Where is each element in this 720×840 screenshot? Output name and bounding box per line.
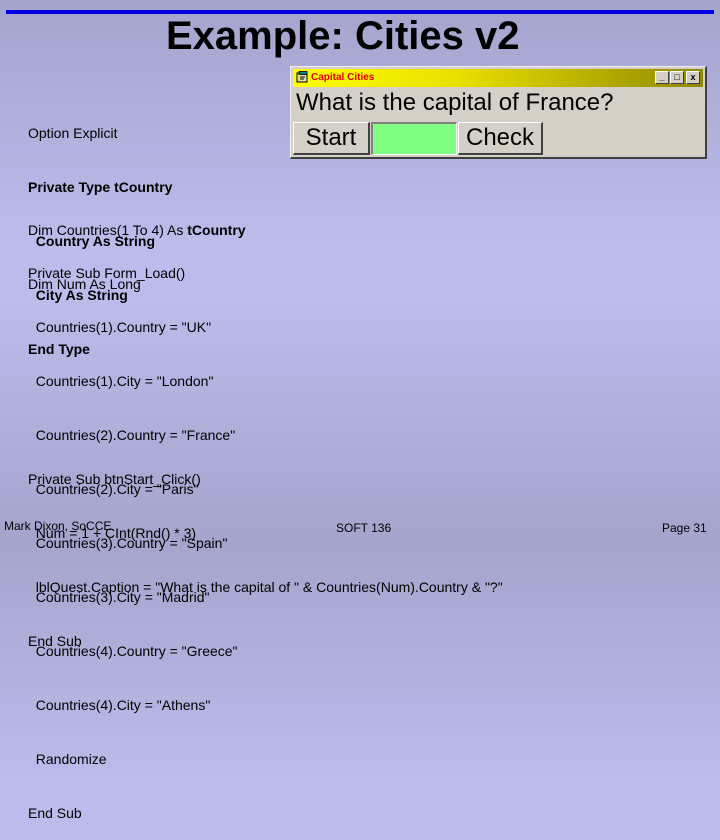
question-label: What is the capital of France? (296, 89, 614, 116)
code-line: Randomize (28, 751, 107, 767)
code-line: End Sub (28, 805, 82, 821)
btn-start-click-block: Private Sub btnStart_Click() Num = 1 + C… (28, 434, 503, 668)
code-line: Countries(4).City = "Athens" (28, 697, 211, 713)
code-line: Private Sub btnStart_Click() (28, 471, 201, 487)
code-line: Countries(1).City = "London" (28, 373, 214, 389)
window-titlebar[interactable]: Capital Cities _ □ x (293, 69, 703, 87)
code-line: Countries(1).Country = "UK" (28, 319, 212, 335)
code-line: Option Explicit (28, 125, 118, 141)
maximize-button[interactable]: □ (670, 71, 684, 84)
footer-author: Mark Dixon, SoCCE (4, 519, 112, 533)
start-button[interactable]: Start (293, 122, 370, 155)
footer-page-number: Page 31 (662, 521, 707, 535)
form-icon (296, 71, 308, 83)
capital-cities-window: Capital Cities _ □ x What is the capital… (290, 66, 707, 159)
window-title: Capital Cities (311, 72, 375, 83)
footer-course: SOFT 136 (336, 521, 392, 535)
slide-title: Example: Cities v2 (166, 14, 520, 58)
code-line: End Sub (28, 633, 82, 649)
minimize-button[interactable]: _ (655, 71, 669, 84)
check-button[interactable]: Check (458, 122, 543, 155)
close-button[interactable]: x (686, 71, 700, 84)
answer-input[interactable] (371, 122, 457, 155)
code-line: Private Sub Form_Load() (28, 265, 186, 281)
code-line: lblQuest.Caption = "What is the capital … (28, 579, 503, 595)
